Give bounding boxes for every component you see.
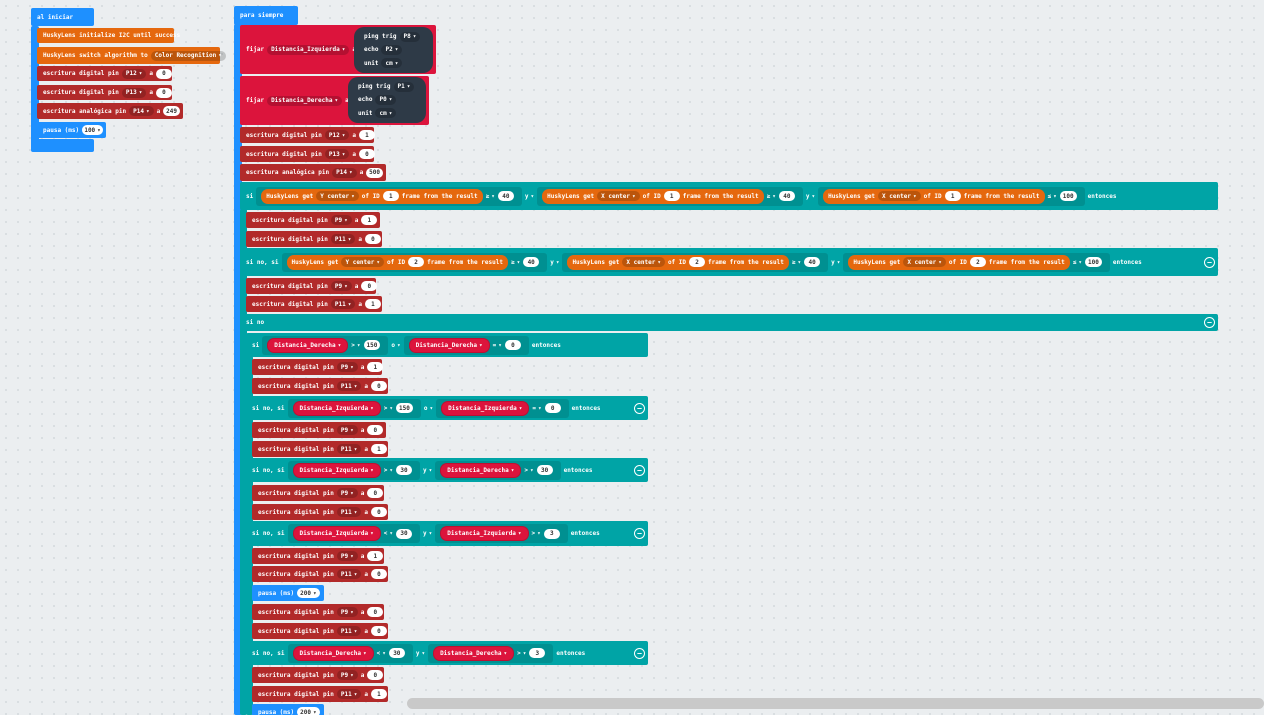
husky-get-block[interactable]: HuskyLens get X center ▾ of ID 1 frame fro… xyxy=(823,188,1045,204)
on-start-footer xyxy=(31,139,94,152)
digital-write-block[interactable]: escritura digital pin P9 ▾ a1 xyxy=(246,212,380,228)
variable-block[interactable]: Distancia_Derecha ▾ xyxy=(408,337,490,353)
husky-init-label: HuskyLens initialize I2C until success xyxy=(43,32,181,39)
digital-write-block[interactable]: escritura digital pin P12 ▾ a 0 xyxy=(37,66,172,81)
pin-dropdown[interactable]: P12 ▾ xyxy=(324,130,350,140)
if-block[interactable]: si HuskyLens get Y center ▾ of ID 1 frame … xyxy=(240,182,1218,210)
husky-init-block[interactable]: HuskyLens initialize I2C until success xyxy=(37,28,180,43)
value-input[interactable]: 0 xyxy=(155,68,172,79)
digital-write-block[interactable]: escritura digital pin P9 ▾ a0 xyxy=(252,422,386,438)
value-input[interactable]: 0 xyxy=(155,87,172,98)
husky-get-block[interactable]: HuskyLens get X center ▾ of ID 2 frame fro… xyxy=(567,254,789,270)
horizontal-scrollbar[interactable] xyxy=(407,698,1264,709)
value-input[interactable]: 1 xyxy=(358,130,375,140)
ping-sensor-block[interactable]: ping trig P1 ▾ echo P0 ▾ unit cm ▾ xyxy=(348,77,426,123)
forever-label: para siempre xyxy=(240,12,284,19)
variable-dropdown[interactable]: Distancia_Izquierda ▾ xyxy=(267,44,350,55)
inner-else-if-block[interactable]: si no, si Distancia_Izquierda ▾ > ▾ 150 o ▾… xyxy=(246,396,648,420)
unit-dropdown[interactable]: cm ▾ xyxy=(375,108,397,119)
on-start-block[interactable]: al iniciar xyxy=(31,8,94,26)
digital-write-block[interactable]: escritura digital pin P9 ▾ a0 xyxy=(246,278,378,294)
pause-block[interactable]: pausa (ms) 200 ▾ xyxy=(252,585,324,601)
on-start-label: al iniciar xyxy=(37,13,74,21)
digital-write-block[interactable]: escritura digital pin P11 ▾ a0 xyxy=(252,566,388,582)
remove-branch-icon[interactable]: − xyxy=(634,647,645,659)
remove-branch-icon[interactable]: − xyxy=(634,528,645,539)
digital-write-block[interactable]: escritura digital pin P13 ▾ a0 xyxy=(240,146,375,162)
and-dropdown[interactable]: y ▾ xyxy=(525,193,534,200)
pause-block[interactable]: pausa (ms) 200 ▾ xyxy=(252,704,324,715)
inner-else-if-block[interactable]: si no, si Distancia_Derecha ▾ < ▾ 30 y ▾ Di… xyxy=(246,641,648,665)
value-input[interactable]: 500 xyxy=(366,167,383,178)
value-input[interactable]: 249 xyxy=(163,106,180,116)
digital-write-block[interactable]: escritura digital pin P11 ▾ a1 xyxy=(246,296,382,312)
blocks-workspace[interactable]: al iniciar HuskyLens initialize I2C unti… xyxy=(0,0,1264,715)
pause-input[interactable]: 100 ▾ xyxy=(82,125,103,135)
inner-else-if-block[interactable]: si no, si Distancia_Izquierda ▾ > ▾ 30 y ▾ … xyxy=(246,458,648,482)
digital-write-block[interactable]: escritura digital pin P9 ▾ a0 xyxy=(252,604,384,620)
digital-write-block[interactable]: escritura digital pin P13 ▾ a 0 xyxy=(37,85,172,100)
digital-write-block[interactable]: escritura digital pin P12 ▾ a1 xyxy=(240,127,375,143)
digital-write-block[interactable]: escritura digital pin P11 ▾ a1 xyxy=(252,686,388,702)
digital-write-block[interactable]: escritura digital pin P9 ▾ a0 xyxy=(252,485,384,501)
else-if-block[interactable]: si no, si HuskyLens get Y center ▾ of ID 2… xyxy=(240,248,1218,276)
pause-block[interactable]: pausa (ms) 100 ▾ xyxy=(37,122,106,138)
remove-branch-icon[interactable]: − xyxy=(634,402,645,414)
value-input[interactable]: 0 xyxy=(358,149,375,159)
digital-write-block[interactable]: escritura digital pin P11 ▾ a0 xyxy=(252,504,388,520)
husky-switch-block[interactable]: HuskyLens switch algorithm to Color Reco… xyxy=(37,47,226,64)
husky-get-block[interactable]: HuskyLens get X center ▾ of ID 2 frame fro… xyxy=(848,254,1070,270)
inner-else-if-block[interactable]: si no, si Distancia_Izquierda ▾ < ▾ 30 y ▾ … xyxy=(246,521,648,546)
trig-pin-dropdown[interactable]: P8 ▾ xyxy=(399,31,421,42)
pause-input[interactable]: 200 ▾ xyxy=(297,707,320,715)
remove-branch-icon[interactable]: − xyxy=(634,464,645,476)
digital-write-block[interactable]: escritura digital pin P11 ▾ a0 xyxy=(252,378,388,394)
operator-dropdown[interactable]: ≥ ▾ xyxy=(486,193,495,200)
echo-pin-dropdown[interactable]: P2 ▾ xyxy=(381,44,403,55)
pause-input[interactable]: 200 ▾ xyxy=(297,588,320,598)
husky-get-block[interactable]: HuskyLens get Y center ▾ of ID 1 frame fro… xyxy=(261,188,483,204)
pin-dropdown[interactable]: P13 ▾ xyxy=(121,87,147,98)
digital-write-block[interactable]: escritura digital pin P9 ▾ a1 xyxy=(252,359,384,375)
husky-get-block[interactable]: HuskyLens get Y center ▾ of ID 2 frame fro… xyxy=(286,254,508,270)
algorithm-dropdown[interactable]: Color Recognition ▾ xyxy=(150,50,226,61)
digital-write-block[interactable]: escritura digital pin P9 ▾ a1 xyxy=(252,548,384,564)
husky-get-block[interactable]: HuskyLens get X center ▾ of ID 1 frame fro… xyxy=(542,188,764,204)
variable-block[interactable]: Distancia_Derecha ▾ xyxy=(267,337,349,353)
forever-block[interactable]: para siempre xyxy=(234,6,298,25)
digital-write-block[interactable]: escritura digital pin P11 ▾ a0 xyxy=(252,623,388,639)
trig-pin-dropdown[interactable]: P1 ▾ xyxy=(393,81,415,92)
digital-write-block[interactable]: escritura digital pin P11 ▾ a0 xyxy=(246,231,382,247)
digital-write-block[interactable]: escritura digital pin P11 ▾ a1 xyxy=(252,441,388,457)
compare-condition: HuskyLens get X center ▾ of ID 1 frame fro… xyxy=(537,186,803,206)
remove-branch-icon[interactable]: − xyxy=(1204,317,1215,328)
compare-condition: HuskyLens get X center ▾ of ID 1 frame fro… xyxy=(818,186,1085,206)
else-block[interactable]: si no − xyxy=(240,314,1218,331)
pin-dropdown[interactable]: P14 ▾ xyxy=(332,167,357,178)
remove-branch-icon[interactable]: − xyxy=(1204,256,1215,268)
analog-write-block[interactable]: escritura analógica pin P14 ▾ a 500 xyxy=(240,164,386,181)
coordinate-dropdown[interactable]: Y center ▾ xyxy=(316,191,359,201)
digital-write-block[interactable]: escritura digital pin P9 ▾ a0 xyxy=(252,667,384,683)
pin-dropdown[interactable]: P13 ▾ xyxy=(324,149,350,159)
echo-pin-dropdown[interactable]: P0 ▾ xyxy=(375,94,397,105)
husky-switch-label: HuskyLens switch algorithm to xyxy=(43,52,148,59)
pin-dropdown[interactable]: P14 ▾ xyxy=(129,106,154,116)
ping-sensor-block[interactable]: ping trig P8 ▾ echo P2 ▾ unit cm ▾ xyxy=(354,27,433,73)
unit-dropdown[interactable]: cm ▾ xyxy=(381,58,403,69)
pin-dropdown[interactable]: P12 ▾ xyxy=(121,68,147,79)
inner-if-block[interactable]: si Distancia_Derecha ▾ > ▾ 150 o ▾ Distanci… xyxy=(246,333,648,357)
and-condition: HuskyLens get Y center ▾ of ID 1 frame fro… xyxy=(256,186,522,206)
variable-dropdown[interactable]: Distancia_Derecha ▾ xyxy=(267,95,343,106)
analog-write-block[interactable]: escritura analógica pin P14 ▾ a 249 xyxy=(37,103,183,119)
